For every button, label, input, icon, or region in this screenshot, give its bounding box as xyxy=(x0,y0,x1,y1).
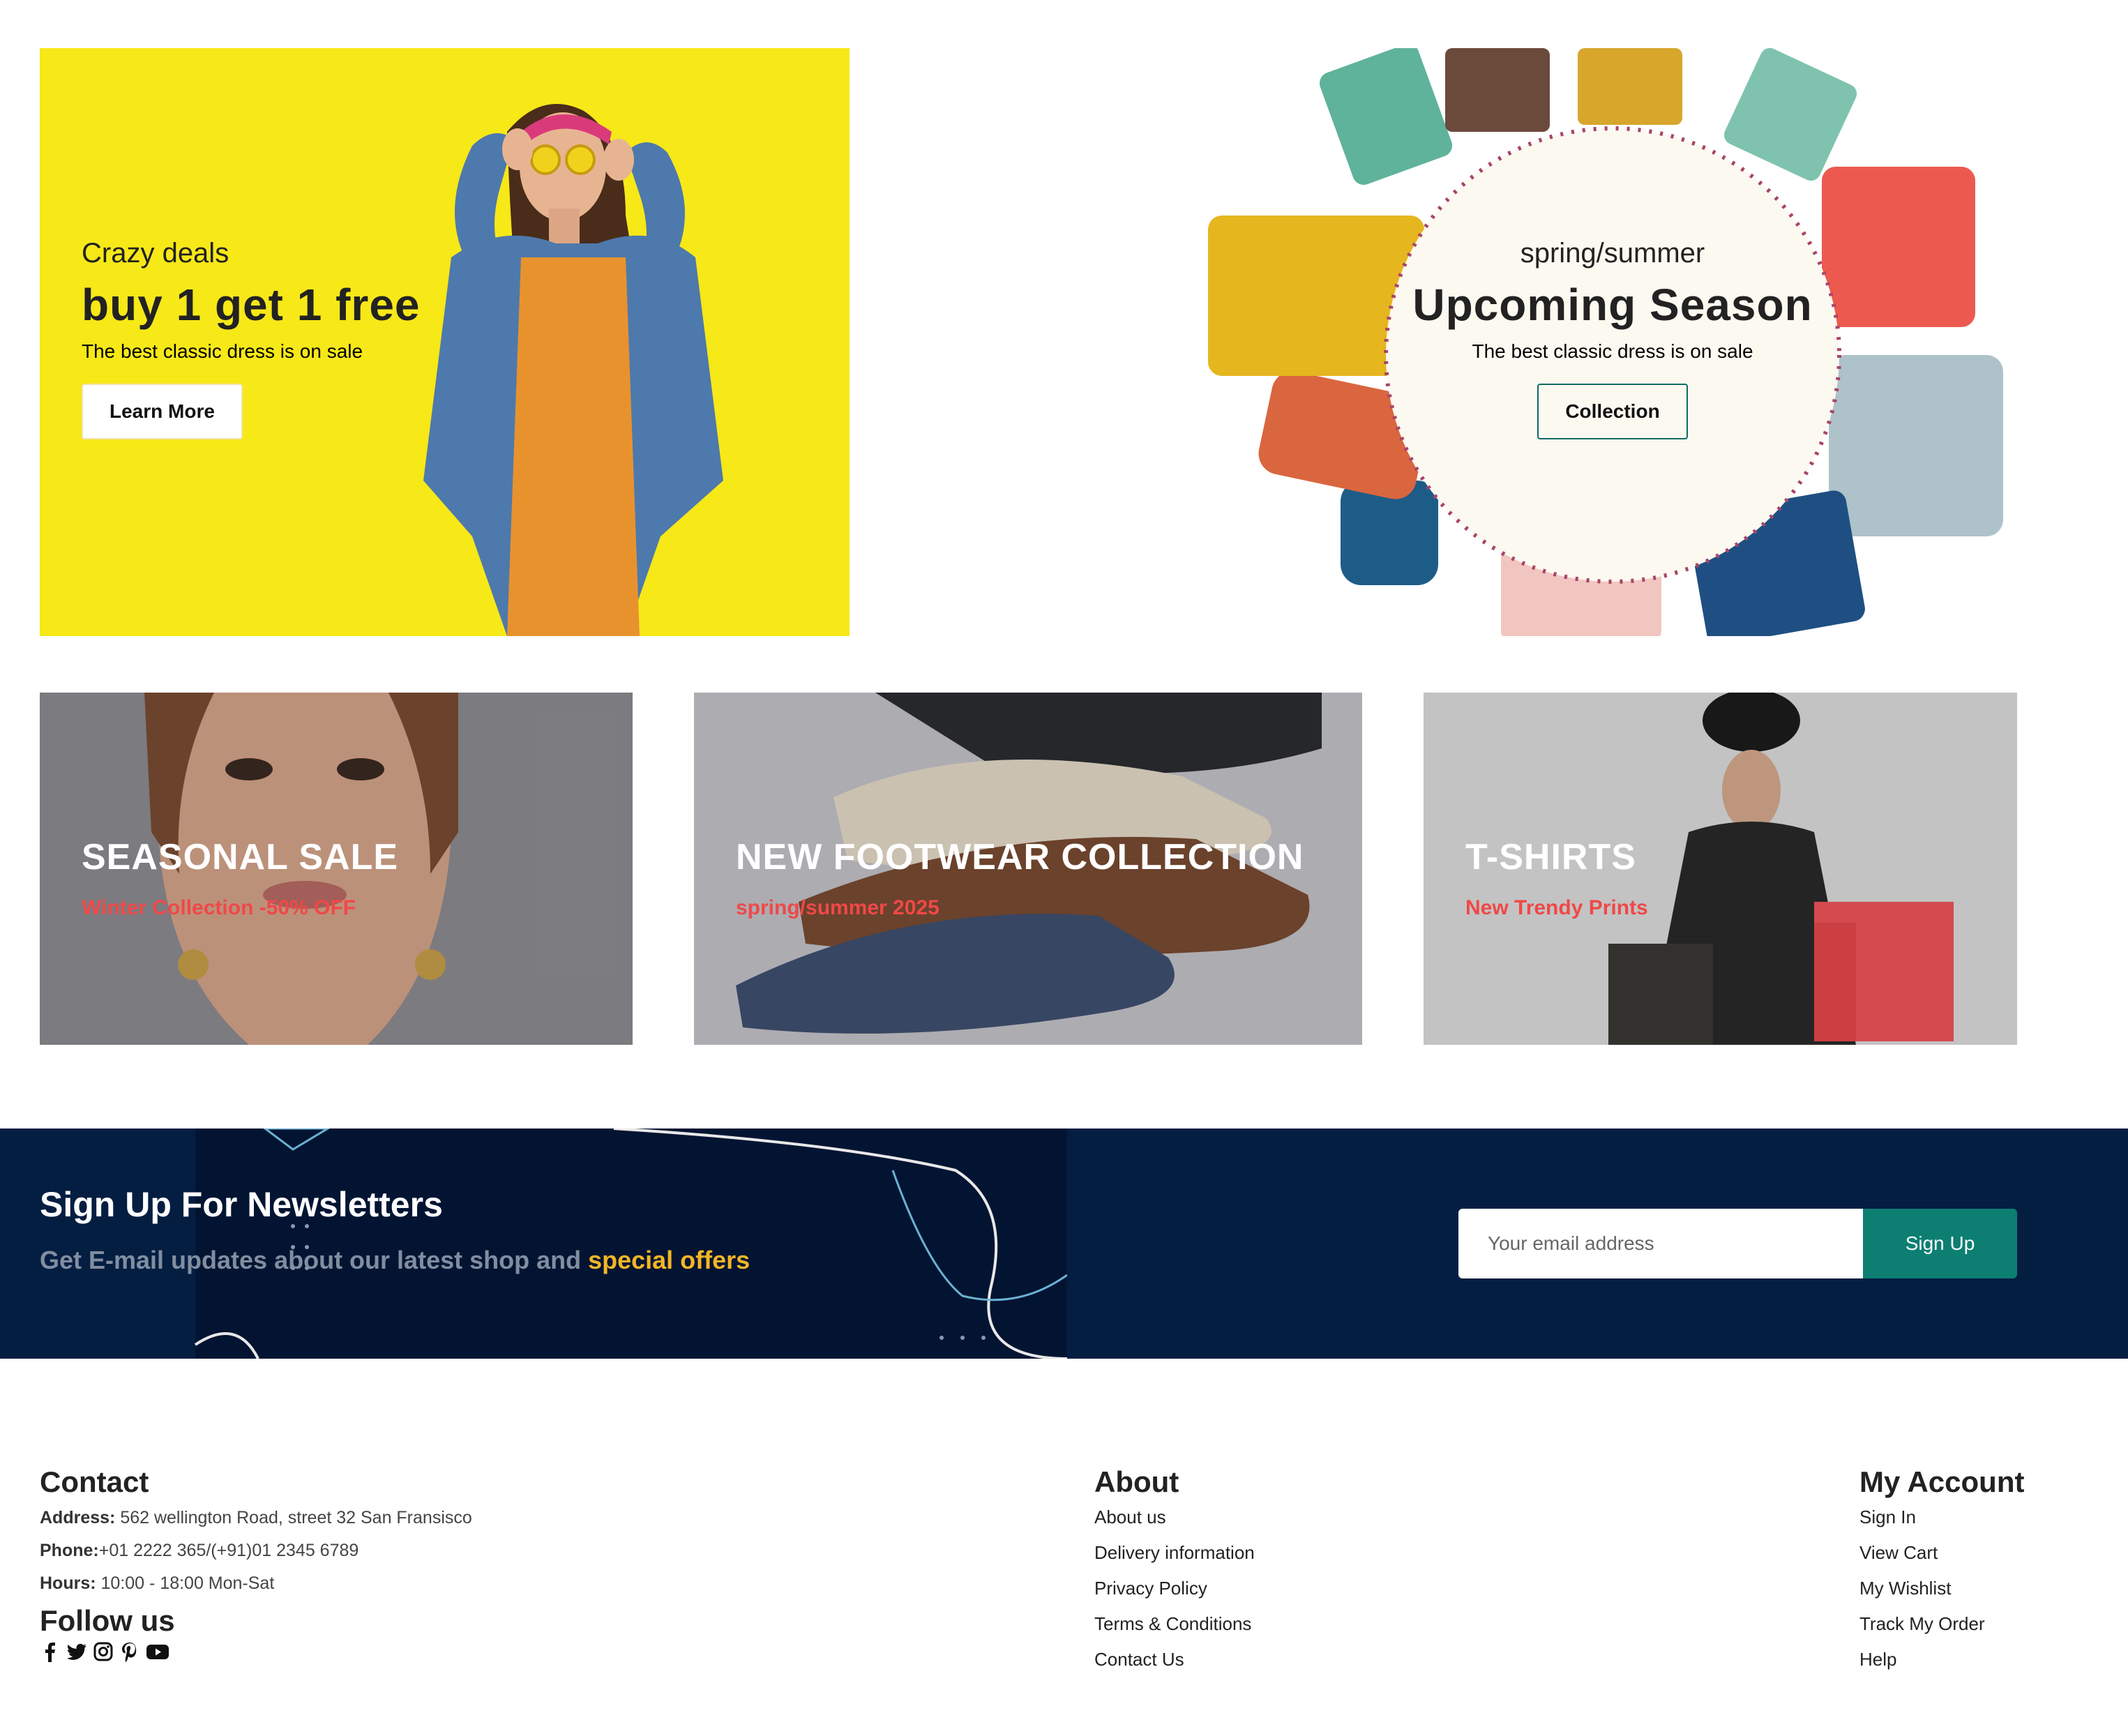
hero-season-subtitle: The best classic dress is on sale xyxy=(1472,340,1753,362)
hours-value: 10:00 - 18:00 Mon-Sat xyxy=(96,1573,275,1593)
hero-banner-deals: Crazy deals buy 1 get 1 free The best cl… xyxy=(40,48,850,636)
email-input[interactable] xyxy=(1458,1209,1863,1278)
card-subtitle: New Trendy Prints xyxy=(1465,896,1648,919)
hero-banner-season: spring/summer Upcoming Season The best c… xyxy=(1208,48,2017,636)
card-title: NEW FOOTWEAR COLLECTION xyxy=(736,837,1304,877)
footer-contact: Contact Address: 562 wellington Road, st… xyxy=(40,1467,472,1662)
pinterest-icon[interactable] xyxy=(119,1641,140,1662)
special-offers-highlight: special offers xyxy=(588,1246,750,1274)
category-card-footwear[interactable]: NEW FOOTWEAR COLLECTION spring/summer 20… xyxy=(694,693,1362,1045)
footer-link-track-my-order[interactable]: Track My Order xyxy=(1859,1606,2024,1642)
instagram-icon[interactable] xyxy=(93,1641,114,1662)
account-links: Sign In View Cart My Wishlist Track My O… xyxy=(1859,1500,2024,1677)
newsletter-decoration xyxy=(194,1129,1067,1359)
hero-season-title: Upcoming Season xyxy=(1412,280,1813,330)
newsletter-subtitle-text: Get E-mail updates about our latest shop… xyxy=(40,1246,589,1274)
hours-label: Hours: xyxy=(40,1573,96,1593)
card-subtitle: Winter Collection -50% OFF xyxy=(82,896,356,919)
card-title: T-SHIRTS xyxy=(1465,837,1636,877)
hero-deals-subtitle: The best classic dress is on sale xyxy=(82,340,363,362)
address-value: 562 wellington Road, street 32 San Frans… xyxy=(115,1508,472,1527)
footer-link-about-us[interactable]: About us xyxy=(1094,1500,1255,1535)
facebook-icon[interactable] xyxy=(40,1641,61,1662)
sign-up-button[interactable]: Sign Up xyxy=(1863,1209,2017,1278)
footer-link-view-cart[interactable]: View Cart xyxy=(1859,1535,2024,1571)
about-links: About us Delivery information Privacy Po… xyxy=(1094,1500,1255,1677)
card-title: SEASONAL SALE xyxy=(82,837,399,877)
footer-link-terms-conditions[interactable]: Terms & Conditions xyxy=(1094,1606,1255,1642)
youtube-icon[interactable] xyxy=(146,1641,169,1662)
category-card-tshirts[interactable]: T-SHIRTS New Trendy Prints xyxy=(1424,693,2017,1045)
hero-deals-text: Crazy deals buy 1 get 1 free The best cl… xyxy=(82,238,421,439)
newsletter-section: Sign Up For Newsletters Get E-mail updat… xyxy=(0,1129,2128,1359)
about-heading: About xyxy=(1094,1465,1179,1498)
card-text: NEW FOOTWEAR COLLECTION spring/summer 20… xyxy=(736,836,1304,920)
social-icons xyxy=(40,1641,472,1662)
card-subtitle: spring/summer 2025 xyxy=(736,896,940,919)
footer-link-help[interactable]: Help xyxy=(1859,1642,2024,1677)
footer-link-delivery-information[interactable]: Delivery information xyxy=(1094,1535,1255,1571)
phone-label: Phone: xyxy=(40,1541,99,1560)
card-text: T-SHIRTS New Trendy Prints xyxy=(1465,836,1648,920)
footer-about: About About us Delivery information Priv… xyxy=(1094,1467,1255,1677)
contact-address: Address: 562 wellington Road, street 32 … xyxy=(40,1508,472,1528)
contact-heading: Contact xyxy=(40,1465,149,1498)
address-label: Address: xyxy=(40,1508,116,1527)
hero-deals-kicker: Crazy deals xyxy=(82,238,229,269)
newsletter-title: Sign Up For Newsletters xyxy=(40,1185,443,1224)
hero-season-kicker: spring/summer xyxy=(1520,238,1705,269)
footer-link-sign-in[interactable]: Sign In xyxy=(1859,1500,2024,1535)
twitter-icon[interactable] xyxy=(66,1641,87,1662)
collection-button[interactable]: Collection xyxy=(1537,384,1688,439)
contact-hours: Hours: 10:00 - 18:00 Mon-Sat xyxy=(40,1573,472,1594)
footer-account: My Account Sign In View Cart My Wishlist… xyxy=(1859,1467,2024,1677)
follow-us-heading: Follow us xyxy=(40,1604,175,1637)
footer-link-my-wishlist[interactable]: My Wishlist xyxy=(1859,1571,2024,1606)
learn-more-button[interactable]: Learn More xyxy=(82,384,243,439)
footer-link-contact-us[interactable]: Contact Us xyxy=(1094,1642,1255,1677)
phone-value: +01 2222 365/(+91)01 2345 6789 xyxy=(98,1541,359,1560)
hero-deals-title: buy 1 get 1 free xyxy=(82,280,421,330)
newsletter-subtitle: Get E-mail updates about our latest shop… xyxy=(40,1246,750,1275)
hero-season-text: spring/summer Upcoming Season The best c… xyxy=(1208,238,2017,439)
newsletter-form: Sign Up xyxy=(1458,1209,2017,1278)
my-account-heading: My Account xyxy=(1859,1465,2025,1498)
footer-link-privacy-policy[interactable]: Privacy Policy xyxy=(1094,1571,1255,1606)
category-card-seasonal-sale[interactable]: SEASONAL SALE Winter Collection -50% OFF xyxy=(40,693,633,1045)
contact-phone: Phone:+01 2222 365/(+91)01 2345 6789 xyxy=(40,1541,472,1561)
card-text: SEASONAL SALE Winter Collection -50% OFF xyxy=(82,836,398,920)
